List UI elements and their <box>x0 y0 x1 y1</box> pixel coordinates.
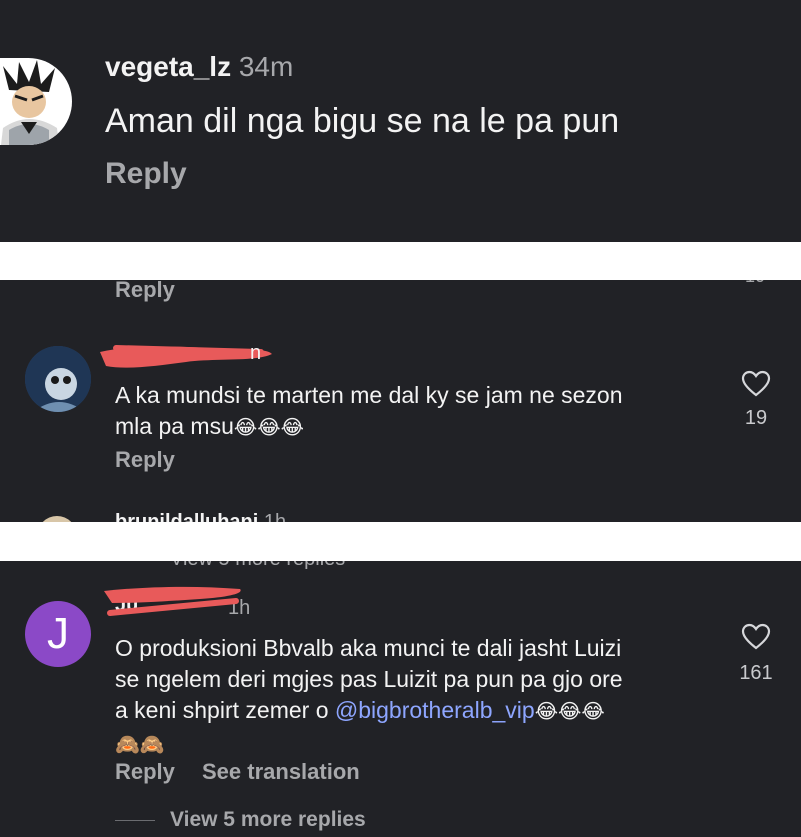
reply-button[interactable]: Reply <box>115 447 175 473</box>
heart-icon[interactable] <box>741 623 771 651</box>
vegeta-avatar-icon <box>1 60 59 145</box>
avatar[interactable]: J <box>25 601 91 667</box>
see-no-evil-monkey-icon: 🙈🙈 <box>115 734 165 756</box>
comment-panel-3: View 5 more replies J Ju 1h O produksion… <box>0 561 801 837</box>
reply-button[interactable]: Reply <box>105 157 187 191</box>
avatar-letter: J <box>47 609 69 658</box>
comment-timestamp: 34m <box>238 51 294 82</box>
avatar[interactable] <box>0 58 72 145</box>
view-replies-divider <box>115 820 155 821</box>
mention-link[interactable]: @bigbrotheralb_vip <box>335 697 535 723</box>
view-more-replies-button[interactable]: View 5 more replies <box>170 808 366 832</box>
redaction-mark <box>104 586 241 616</box>
redaction-mark <box>100 345 272 368</box>
like-count: 161 <box>739 662 773 684</box>
timestamp-fragment: n <box>250 342 262 364</box>
avatar-image-icon <box>25 346 91 412</box>
view-replies-partial[interactable]: View 5 more replies <box>170 561 345 571</box>
comment-text-line: mla pa msu <box>115 413 234 439</box>
laughing-emoji-icon: 😂😂😂 <box>534 701 605 723</box>
avatar[interactable] <box>25 346 91 412</box>
like-count: 19 <box>744 407 768 429</box>
comment-username[interactable]: vegeta_lz <box>105 51 231 82</box>
heart-icon[interactable] <box>741 370 771 398</box>
reply-button[interactable]: Reply <box>115 759 175 785</box>
comment-text-line: O produksioni Bbvalb aka munci te dali j… <box>115 635 622 661</box>
comment-panel-2: Reply 10 n A ka mundsi te marten me dal … <box>0 280 801 522</box>
comment-text-line: A ka mundsi te marten me dal ky se jam n… <box>115 382 623 408</box>
comment-panel-1: vegeta_lz 34m Aman dil nga bigu se na le… <box>0 0 801 242</box>
comment-username-partial[interactable]: brunildalluhani <box>115 511 258 522</box>
like-count-partial: 10 <box>745 280 765 287</box>
see-translation-button[interactable]: See translation <box>202 759 360 785</box>
avatar-partial[interactable] <box>37 516 77 522</box>
comment-timestamp-partial: 1h <box>263 511 287 522</box>
laughing-emoji-icon: 😂😂😂 <box>233 417 304 439</box>
comment-text: Aman dil nga bigu se na le pa pun <box>105 102 620 140</box>
reply-button-partial[interactable]: Reply <box>115 280 175 303</box>
comment-text-line: a keni shpirt zemer o <box>115 697 335 723</box>
comment-text-line: se ngelem deri mgjes pas Luizit pa pun p… <box>115 666 623 692</box>
